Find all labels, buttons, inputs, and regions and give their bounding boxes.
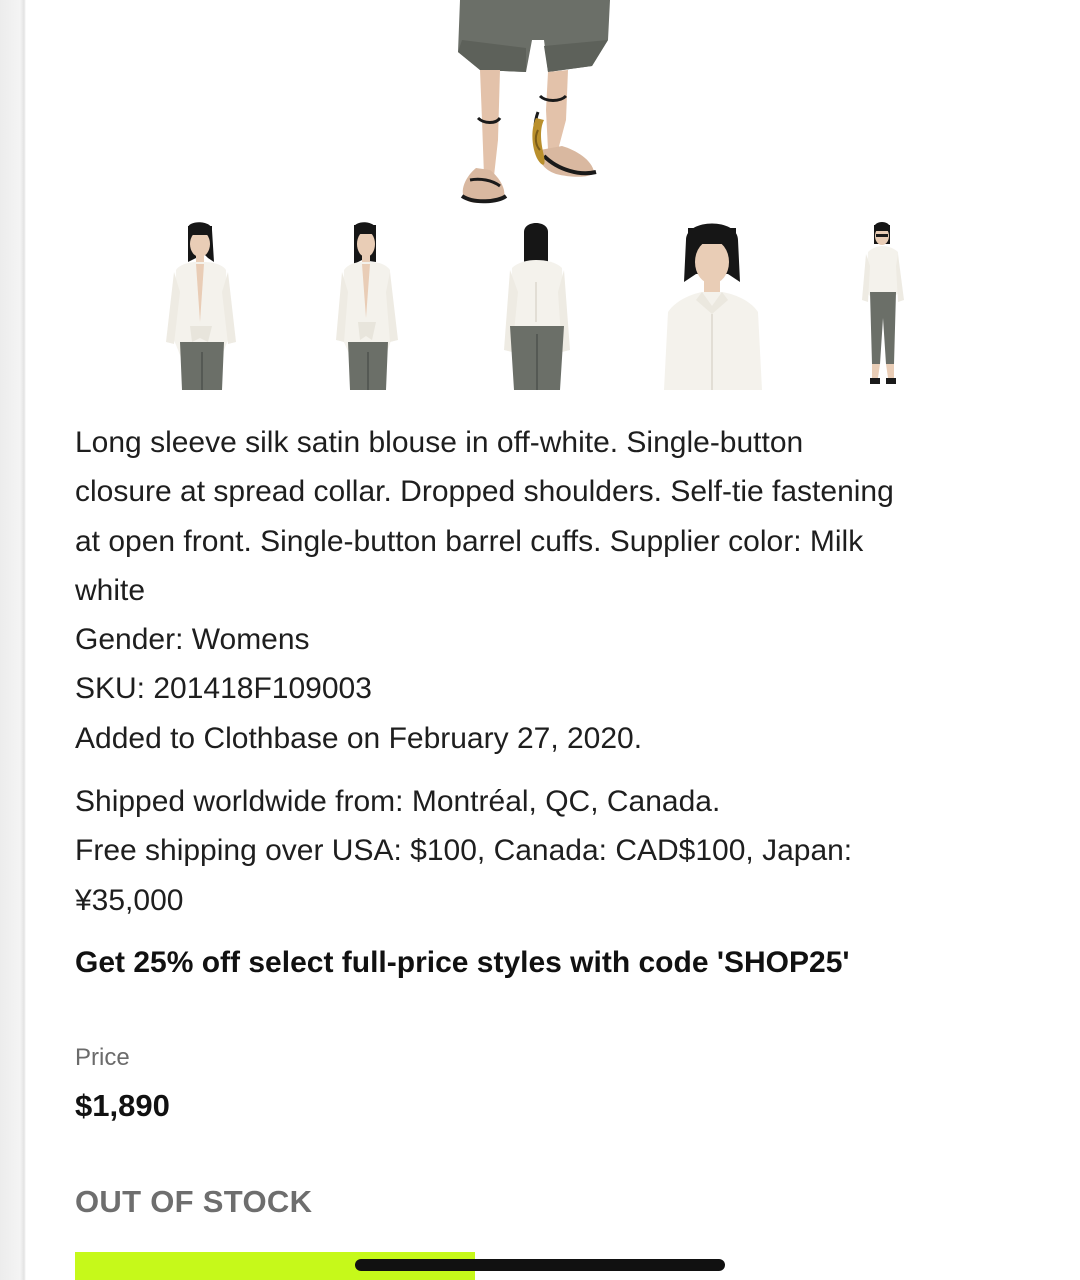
stock-status: OUT OF STOCK — [75, 1184, 313, 1219]
thumbnail-full-length-view[interactable] — [858, 222, 908, 390]
product-detail-page: Long sleeve silk satin blouse in off-whi… — [0, 0, 1080, 1280]
shipping-info: Shipped worldwide from: Montréal, QC, Ca… — [75, 777, 1005, 925]
thumbnail-three-quarter-view[interactable] — [332, 222, 402, 390]
thumbnail-close-up-view[interactable] — [662, 222, 764, 390]
description-line: white — [75, 573, 146, 607]
description-line: at open front. Single-button barrel cuff… — [75, 524, 864, 558]
product-description: Long sleeve silk satin blouse in off-whi… — [75, 418, 1005, 763]
added-date: Added to Clothbase on February 27, 2020. — [75, 721, 643, 755]
free-shipping-line: ¥35,000 — [75, 883, 184, 917]
thumbnail-gallery — [140, 222, 930, 392]
description-line: Long sleeve silk satin blouse in off-whi… — [75, 426, 804, 459]
price-value: $1,890 — [75, 1088, 170, 1123]
description-line: closure at spread collar. Dropped should… — [75, 475, 894, 509]
shipping-origin: Shipped worldwide from: Montréal, QC, Ca… — [75, 785, 721, 818]
thumbnail-back-view[interactable] — [502, 222, 572, 390]
thumbnail-front-view[interactable] — [158, 222, 248, 390]
home-indicator[interactable] — [355, 1259, 725, 1271]
main-product-image[interactable] — [440, 0, 630, 210]
sku-info: SKU: 201418F109003 — [75, 672, 372, 706]
promo-code-banner: Get 25% off select full-price styles wit… — [75, 946, 850, 979]
gender-info: Gender: Womens — [75, 623, 310, 657]
free-shipping-line: Free shipping over USA: $100, Canada: CA… — [75, 834, 853, 868]
price-label: Price — [75, 1044, 130, 1071]
page-edge-divider — [0, 0, 26, 1280]
